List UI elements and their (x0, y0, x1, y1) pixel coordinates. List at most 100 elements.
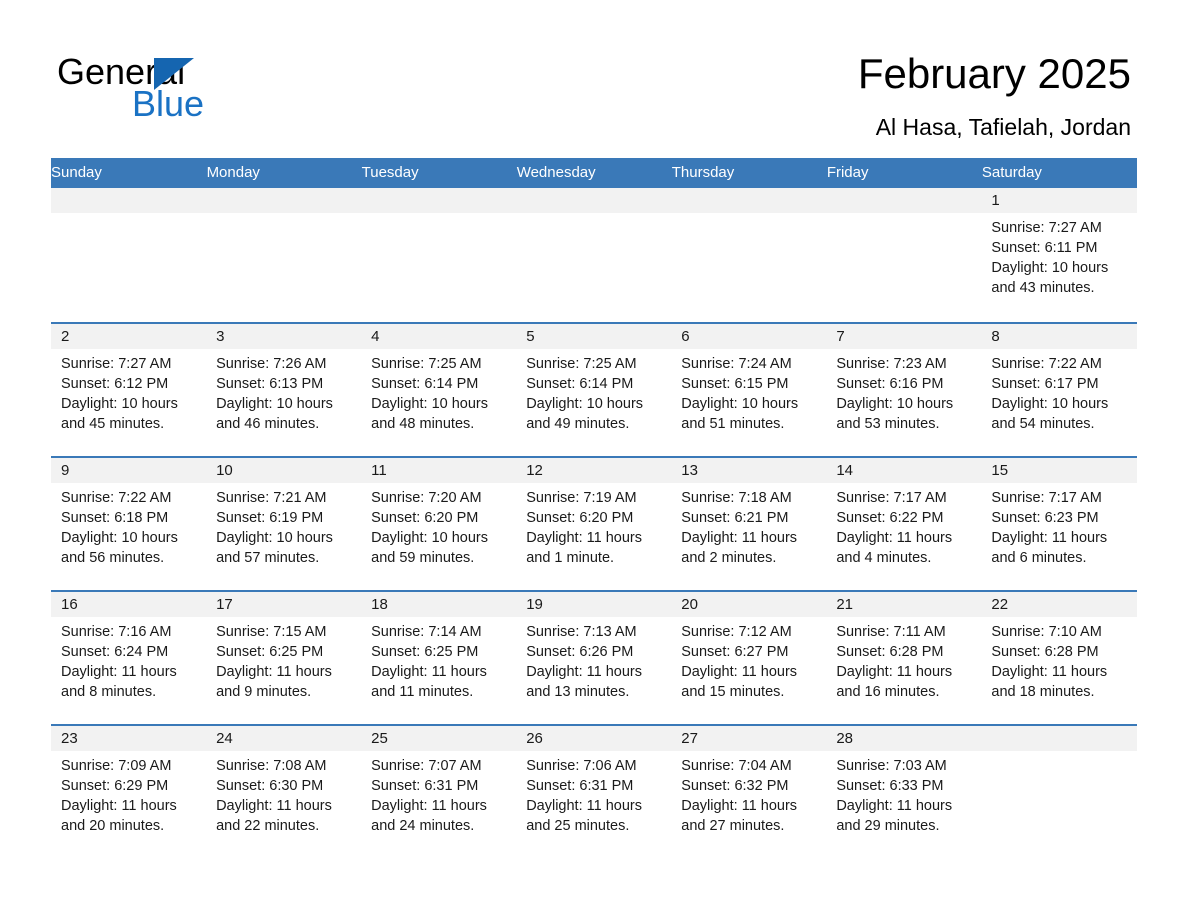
daylight-text: Daylight: 10 hours and 59 minutes. (371, 530, 488, 566)
day-details: Sunrise: 7:23 AM Sunset: 6:16 PM Dayligh… (826, 349, 981, 434)
day-cell[interactable]: 16 Sunrise: 7:16 AM Sunset: 6:24 PM Dayl… (51, 590, 207, 725)
day-details: Sunrise: 7:03 AM Sunset: 6:33 PM Dayligh… (826, 751, 981, 836)
sunrise-text: Sunrise: 7:24 AM (681, 356, 792, 372)
day-cell[interactable]: 13 Sunrise: 7:18 AM Sunset: 6:21 PM Dayl… (671, 456, 827, 591)
calendar-page: General Blue February 2025 Al Hasa, Tafi… (0, 0, 1188, 918)
day-cell[interactable]: 7 Sunrise: 7:23 AM Sunset: 6:16 PM Dayli… (826, 322, 982, 457)
sunrise-text: Sunrise: 7:11 AM (836, 624, 946, 640)
day-number: 26 (516, 726, 672, 751)
day-cell[interactable]: 25 Sunrise: 7:07 AM Sunset: 6:31 PM Dayl… (361, 724, 517, 840)
calendar-body: 1 Sunrise: 7:27 AM Sunset: 6:11 PM Dayli… (51, 188, 1137, 840)
day-cell[interactable] (206, 188, 362, 323)
day-cell[interactable]: 2 Sunrise: 7:27 AM Sunset: 6:12 PM Dayli… (51, 322, 207, 457)
daylight-text: Daylight: 11 hours and 11 minutes. (371, 664, 487, 700)
day-cell[interactable] (51, 188, 207, 323)
day-number (516, 188, 672, 213)
day-cell[interactable]: 11 Sunrise: 7:20 AM Sunset: 6:20 PM Dayl… (361, 456, 517, 591)
sunset-text: Sunset: 6:21 PM (681, 510, 789, 526)
page-title: February 2025 (857, 50, 1131, 97)
sunrise-text: Sunrise: 7:17 AM (991, 490, 1102, 506)
day-details: Sunrise: 7:26 AM Sunset: 6:13 PM Dayligh… (206, 349, 361, 434)
day-number: 16 (51, 592, 207, 617)
day-cell[interactable]: 5 Sunrise: 7:25 AM Sunset: 6:14 PM Dayli… (516, 322, 672, 457)
daylight-text: Daylight: 11 hours and 1 minute. (526, 530, 642, 566)
sunset-text: Sunset: 6:25 PM (216, 644, 324, 660)
day-cell[interactable]: 24 Sunrise: 7:08 AM Sunset: 6:30 PM Dayl… (206, 724, 362, 840)
day-cell[interactable]: 15 Sunrise: 7:17 AM Sunset: 6:23 PM Dayl… (981, 456, 1137, 591)
sunrise-text: Sunrise: 7:16 AM (61, 624, 172, 640)
day-cell[interactable]: 20 Sunrise: 7:12 AM Sunset: 6:27 PM Dayl… (671, 590, 827, 725)
day-number (51, 188, 207, 213)
sunrise-text: Sunrise: 7:08 AM (216, 758, 327, 774)
day-number: 9 (51, 458, 207, 483)
sunset-text: Sunset: 6:11 PM (991, 240, 1098, 256)
day-number: 7 (826, 324, 982, 349)
sunset-text: Sunset: 6:20 PM (371, 510, 479, 526)
sunset-text: Sunset: 6:23 PM (991, 510, 1099, 526)
day-cell[interactable]: 18 Sunrise: 7:14 AM Sunset: 6:25 PM Dayl… (361, 590, 517, 725)
sunrise-text: Sunrise: 7:27 AM (991, 220, 1102, 236)
day-cell[interactable]: 12 Sunrise: 7:19 AM Sunset: 6:20 PM Dayl… (516, 456, 672, 591)
day-cell[interactable]: 1 Sunrise: 7:27 AM Sunset: 6:11 PM Dayli… (981, 188, 1137, 323)
day-cell[interactable]: 27 Sunrise: 7:04 AM Sunset: 6:32 PM Dayl… (671, 724, 827, 840)
daylight-text: Daylight: 11 hours and 16 minutes. (836, 664, 953, 700)
day-cell[interactable]: 26 Sunrise: 7:06 AM Sunset: 6:31 PM Dayl… (516, 724, 672, 840)
sunset-text: Sunset: 6:28 PM (991, 644, 1099, 660)
day-number (826, 188, 982, 213)
day-cell[interactable]: 22 Sunrise: 7:10 AM Sunset: 6:28 PM Dayl… (981, 590, 1137, 725)
sunset-text: Sunset: 6:33 PM (836, 778, 944, 794)
day-cell[interactable] (826, 188, 982, 323)
weekday-header-tuesday: Tuesday (361, 158, 517, 188)
day-details: Sunrise: 7:27 AM Sunset: 6:11 PM Dayligh… (981, 213, 1136, 298)
sunrise-text: Sunrise: 7:10 AM (991, 624, 1102, 640)
sunset-text: Sunset: 6:13 PM (216, 376, 324, 392)
day-number: 13 (671, 458, 827, 483)
day-cell[interactable]: 3 Sunrise: 7:26 AM Sunset: 6:13 PM Dayli… (206, 322, 362, 457)
day-number: 5 (516, 324, 672, 349)
day-number: 8 (981, 324, 1137, 349)
day-cell[interactable] (981, 724, 1137, 840)
weekday-header-wednesday: Wednesday (516, 158, 672, 188)
day-number: 23 (51, 726, 207, 751)
day-details: Sunrise: 7:20 AM Sunset: 6:20 PM Dayligh… (361, 483, 516, 568)
daylight-text: Daylight: 10 hours and 46 minutes. (216, 396, 333, 432)
day-cell[interactable]: 14 Sunrise: 7:17 AM Sunset: 6:22 PM Dayl… (826, 456, 982, 591)
day-details: Sunrise: 7:19 AM Sunset: 6:20 PM Dayligh… (516, 483, 671, 568)
page-subtitle-location: Al Hasa, Tafielah, Jordan (875, 114, 1131, 140)
day-cell[interactable]: 8 Sunrise: 7:22 AM Sunset: 6:17 PM Dayli… (981, 322, 1137, 457)
day-details: Sunrise: 7:12 AM Sunset: 6:27 PM Dayligh… (671, 617, 826, 702)
day-cell[interactable]: 23 Sunrise: 7:09 AM Sunset: 6:29 PM Dayl… (51, 724, 207, 840)
sunset-text: Sunset: 6:12 PM (61, 376, 169, 392)
daylight-text: Daylight: 11 hours and 15 minutes. (681, 664, 798, 700)
day-cell[interactable]: 10 Sunrise: 7:21 AM Sunset: 6:19 PM Dayl… (206, 456, 362, 591)
calendar-grid: Sunday Monday Tuesday Wednesday Thursday… (51, 158, 1138, 840)
day-cell[interactable] (516, 188, 672, 323)
day-details: Sunrise: 7:25 AM Sunset: 6:14 PM Dayligh… (516, 349, 671, 434)
daylight-text: Daylight: 11 hours and 9 minutes. (216, 664, 332, 700)
day-number: 20 (671, 592, 827, 617)
day-number: 12 (516, 458, 672, 483)
day-cell[interactable] (671, 188, 827, 323)
day-cell[interactable]: 21 Sunrise: 7:11 AM Sunset: 6:28 PM Dayl… (826, 590, 982, 725)
day-number: 14 (826, 458, 982, 483)
day-details: Sunrise: 7:08 AM Sunset: 6:30 PM Dayligh… (206, 751, 361, 836)
sunrise-text: Sunrise: 7:12 AM (681, 624, 792, 640)
sunset-text: Sunset: 6:15 PM (681, 376, 789, 392)
sunrise-text: Sunrise: 7:09 AM (61, 758, 172, 774)
sunset-text: Sunset: 6:29 PM (61, 778, 169, 794)
day-cell[interactable] (361, 188, 517, 323)
day-cell[interactable]: 28 Sunrise: 7:03 AM Sunset: 6:33 PM Dayl… (826, 724, 982, 840)
day-cell[interactable]: 6 Sunrise: 7:24 AM Sunset: 6:15 PM Dayli… (671, 322, 827, 457)
day-cell[interactable]: 19 Sunrise: 7:13 AM Sunset: 6:26 PM Dayl… (516, 590, 672, 725)
day-cell[interactable]: 4 Sunrise: 7:25 AM Sunset: 6:14 PM Dayli… (361, 322, 517, 457)
sunset-text: Sunset: 6:31 PM (371, 778, 479, 794)
daylight-text: Daylight: 10 hours and 43 minutes. (991, 260, 1109, 296)
day-number: 3 (206, 324, 362, 349)
day-number: 4 (361, 324, 517, 349)
calendar-week-row: 9 Sunrise: 7:22 AM Sunset: 6:18 PM Dayli… (51, 456, 1137, 591)
day-cell[interactable]: 17 Sunrise: 7:15 AM Sunset: 6:25 PM Dayl… (206, 590, 362, 725)
daylight-text: Daylight: 11 hours and 27 minutes. (681, 798, 798, 834)
sunset-text: Sunset: 6:14 PM (371, 376, 479, 392)
day-number: 27 (671, 726, 827, 751)
day-cell[interactable]: 9 Sunrise: 7:22 AM Sunset: 6:18 PM Dayli… (51, 456, 207, 591)
